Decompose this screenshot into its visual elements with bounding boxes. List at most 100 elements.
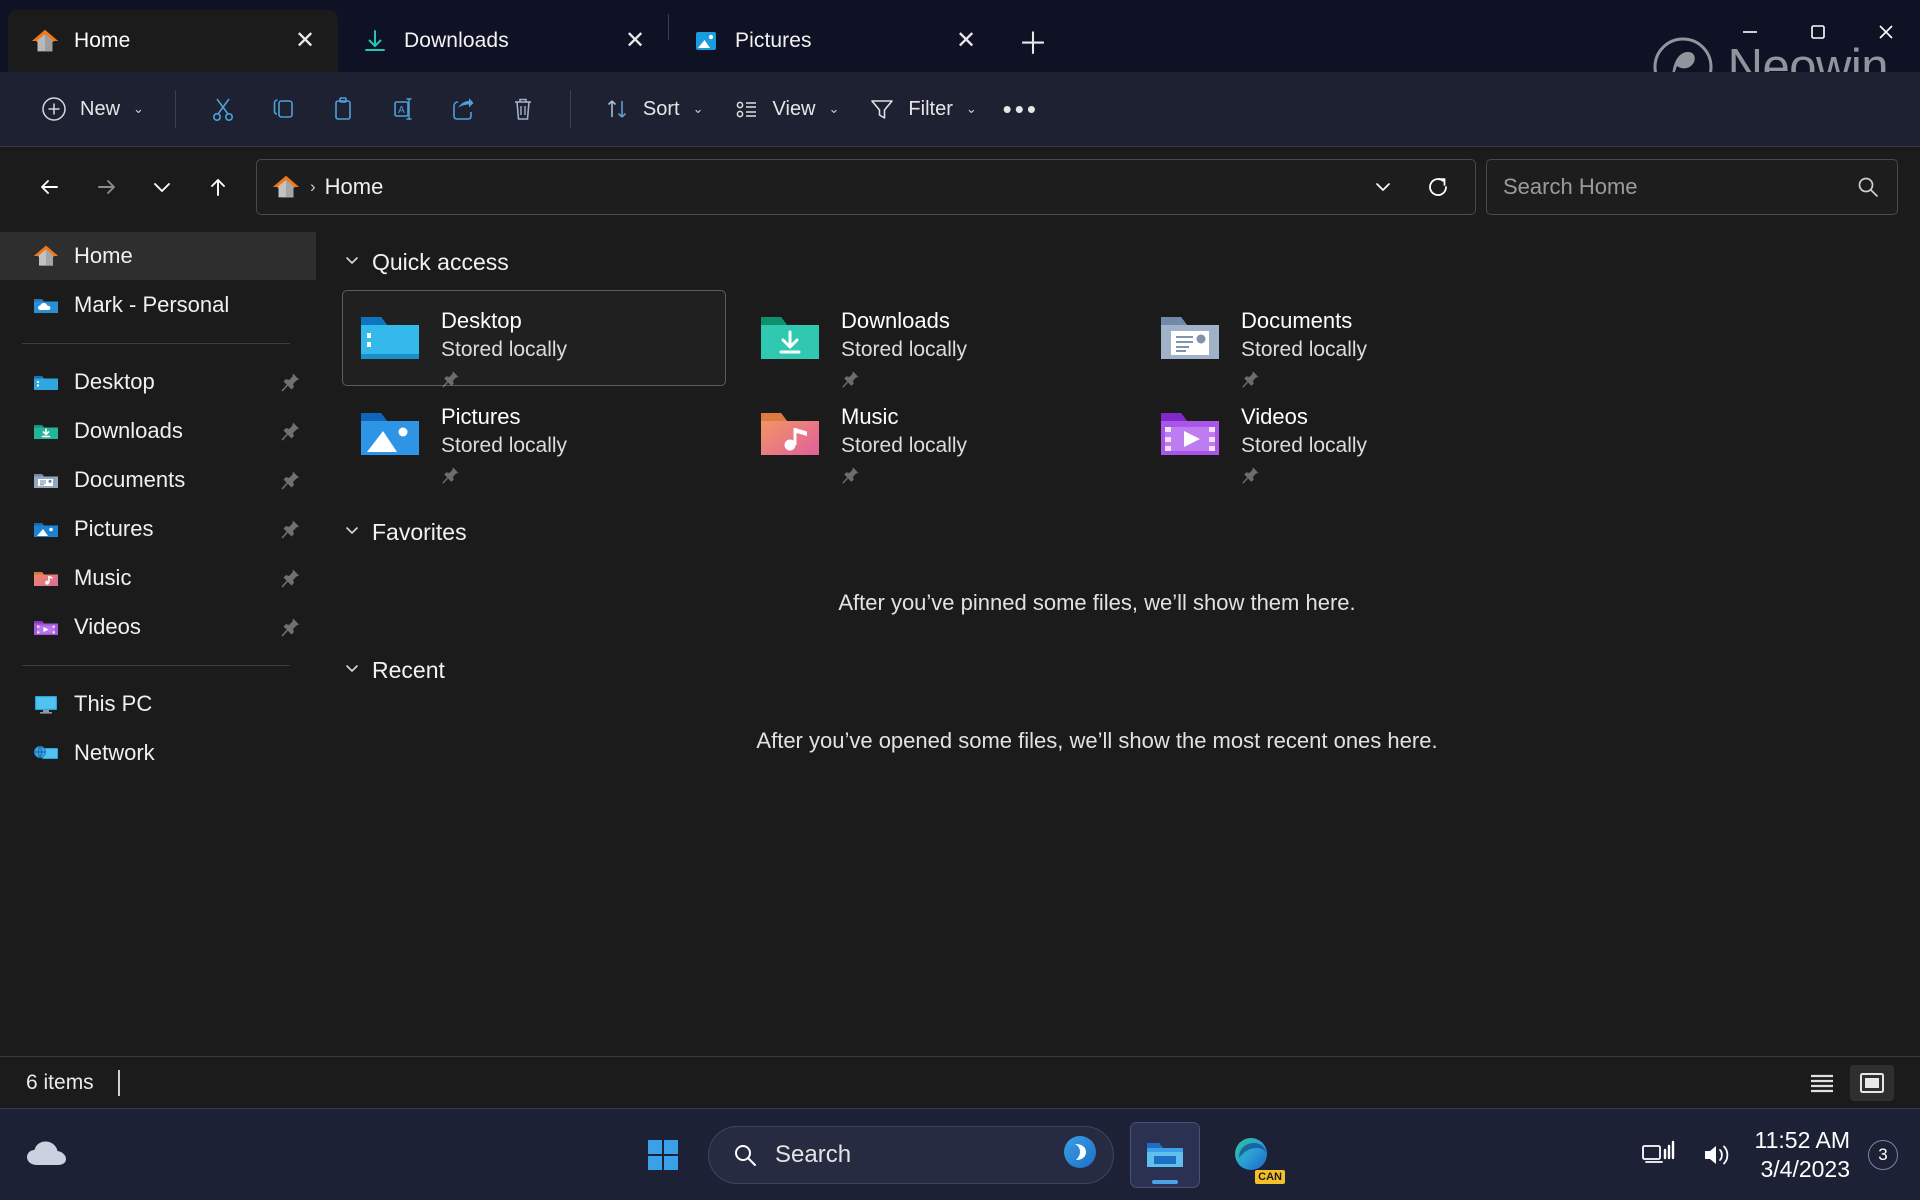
large-icons-view-button[interactable] [1850, 1064, 1894, 1101]
taskbar-search-box[interactable]: Search [708, 1125, 1114, 1184]
file-explorer-icon [1147, 1142, 1183, 1167]
sidebar-divider [22, 665, 290, 666]
quick-access-tile-pictures[interactable]: Pictures Stored locally [342, 386, 726, 485]
favorites-empty-message: After you’ve pinned some files, we’ll sh… [838, 590, 1356, 615]
sort-icon [607, 100, 626, 118]
documents-folder-icon [1159, 309, 1221, 365]
volume-icon[interactable] [1697, 1135, 1737, 1175]
recent-header[interactable]: Recent [334, 648, 1920, 692]
clock-date: 3/4/2023 [1760, 1155, 1850, 1182]
start-button[interactable] [634, 1126, 692, 1184]
delete-button[interactable] [494, 85, 552, 133]
view-button[interactable]: View ⌄ [719, 85, 853, 133]
close-icon[interactable]: ✕ [288, 24, 322, 58]
maximize-icon[interactable] [1784, 0, 1852, 64]
chevron-down-icon: ⌄ [965, 101, 977, 116]
breadcrumb-separator: › [310, 176, 316, 196]
pin-icon[interactable] [280, 469, 302, 491]
chevron-down-icon [154, 182, 170, 192]
search-placeholder: Search Home [1503, 173, 1638, 199]
close-icon[interactable] [1852, 0, 1920, 64]
more-options-button[interactable]: ••• [992, 85, 1050, 133]
tile-status: Stored locally [1241, 337, 1368, 361]
quick-access-tile-desktop[interactable]: Desktop Stored locally [342, 290, 726, 389]
new-tab-button[interactable]: ＋ [1011, 19, 1055, 63]
favorites-title: Favorites [372, 518, 467, 545]
arrow-up-icon [211, 178, 225, 196]
new-button[interactable]: New ⌄ [26, 85, 157, 133]
tab-pictures[interactable]: Pictures ✕ [669, 10, 999, 72]
cut-button[interactable] [194, 85, 252, 133]
tile-status: Stored locally [841, 433, 968, 457]
tile-text: Desktop Stored locally [441, 305, 567, 389]
filter-button[interactable]: Filter ⌄ [854, 85, 989, 133]
up-button[interactable] [190, 159, 246, 215]
address-dropdown-button[interactable] [1360, 164, 1406, 210]
tab-label: Downloads [404, 29, 509, 52]
clock[interactable]: 11:52 AM 3/4/2023 [1755, 1126, 1850, 1183]
recent-locations-button[interactable] [134, 159, 190, 215]
quick-access-tile-documents[interactable]: Documents Stored locally [1142, 290, 1526, 388]
tab-home[interactable]: Home ✕ [8, 10, 338, 72]
quick-access-tile-downloads[interactable]: Downloads Stored locally [742, 290, 1126, 388]
tab-label: Home [74, 29, 131, 52]
sidebar-item-label: Pictures [74, 516, 154, 541]
pin-icon[interactable] [280, 567, 302, 589]
refresh-button[interactable] [1415, 164, 1461, 210]
music-folder-icon [32, 564, 60, 592]
taskbar-edge-button[interactable]: CAN [1216, 1122, 1286, 1188]
sidebar-item-label: Network [74, 740, 155, 765]
sidebar-item-documents[interactable]: Documents [0, 456, 316, 504]
pin-icon [841, 465, 861, 485]
taskbar-file-explorer-button[interactable] [1130, 1121, 1200, 1188]
view-icon [736, 101, 756, 118]
this-pc-icon [32, 690, 60, 718]
sidebar-item-home[interactable]: Home [0, 232, 316, 280]
paste-button[interactable] [314, 85, 372, 133]
copy-button[interactable] [254, 85, 312, 133]
quick-access-tile-videos[interactable]: Videos Stored locally [1142, 386, 1526, 484]
tile-text: Music Stored locally [841, 401, 967, 485]
pin-icon[interactable] [280, 371, 302, 393]
details-view-button[interactable] [1800, 1065, 1844, 1101]
rename-button[interactable]: A [374, 85, 432, 133]
sidebar-item-downloads[interactable]: Downloads [0, 407, 316, 455]
copilot-icon[interactable] [1061, 1133, 1099, 1176]
taskbar-weather-widget[interactable] [14, 1126, 78, 1182]
filter-label: Filter [908, 97, 953, 120]
explorer-body: Home Mark - Personal Desktop Downloads D… [0, 226, 1920, 1056]
close-icon[interactable]: ✕ [949, 24, 983, 58]
quick-access-tile-music[interactable]: Music Stored locally [742, 386, 1126, 485]
pin-icon[interactable] [280, 518, 302, 540]
search-input[interactable]: Search Home [1486, 158, 1898, 215]
chevron-down-icon[interactable] [344, 522, 360, 542]
sidebar-item-network[interactable]: Network [0, 729, 316, 777]
forward-button[interactable] [78, 159, 134, 215]
sidebar-item-pictures[interactable]: Pictures [0, 505, 316, 553]
sidebar-item-mark-personal[interactable]: Mark - Personal [0, 281, 316, 329]
network-icon[interactable] [1639, 1135, 1679, 1175]
sidebar-item-this-pc[interactable]: This PC [0, 680, 316, 728]
pin-icon[interactable] [280, 616, 302, 638]
notification-badge[interactable]: 3 [1868, 1139, 1898, 1170]
sort-button[interactable]: Sort ⌄ [589, 85, 717, 133]
share-icon [453, 98, 474, 120]
pin-icon [441, 465, 461, 485]
favorites-header[interactable]: Favorites [334, 510, 1920, 554]
sidebar-item-music[interactable]: Music [0, 554, 316, 602]
sidebar-item-videos[interactable]: Videos [0, 603, 316, 651]
breadcrumb[interactable]: › Home [256, 158, 1476, 215]
pictures-folder-icon [359, 405, 421, 461]
pin-icon[interactable] [280, 420, 302, 442]
minimize-icon[interactable] [1716, 0, 1784, 64]
share-button[interactable] [434, 85, 492, 133]
quick-access-header[interactable]: Quick access [334, 240, 1920, 284]
close-icon[interactable]: ✕ [618, 24, 652, 58]
chevron-down-icon[interactable] [344, 660, 360, 680]
chevron-down-icon[interactable] [344, 252, 360, 272]
tab-downloads[interactable]: Downloads ✕ [338, 10, 668, 72]
back-button[interactable] [22, 159, 78, 215]
sidebar-item-desktop[interactable]: Desktop [0, 358, 316, 406]
breadcrumb-current[interactable]: Home [325, 174, 384, 200]
sidebar-item-label: This PC [74, 691, 153, 716]
